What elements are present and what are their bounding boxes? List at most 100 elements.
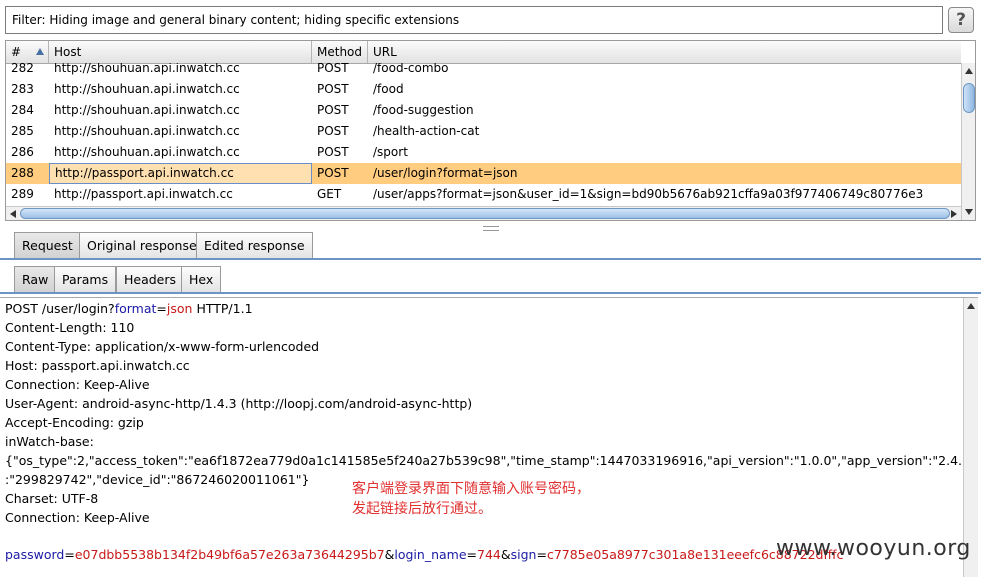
body-param-value: e07dbb5538b134f2b49bf6a57e263a73644295b7	[74, 547, 385, 562]
row-number: 285	[11, 124, 34, 138]
table-row[interactable]: 285 http://shouhuan.api.inwatch.cc POST …	[6, 121, 961, 142]
equals-sign: =	[156, 301, 167, 316]
table-row[interactable]: 289 http://passport.api.inwatch.cc GET /…	[6, 184, 961, 205]
header-line: :"299829742","device_id":"86724602001106…	[5, 472, 310, 487]
scroll-up-icon[interactable]	[967, 303, 975, 309]
row-number: 284	[11, 103, 34, 117]
row-url: /food-suggestion	[373, 103, 474, 117]
watermark: www.wooyun.org	[776, 536, 971, 561]
table-body: 282 http://shouhuan.api.inwatch.cc POST …	[6, 63, 961, 206]
row-url: /food-combo	[373, 63, 449, 75]
header-line: Charset: UTF-8	[5, 491, 99, 506]
row-url: /food	[373, 82, 404, 96]
header-line: Host: passport.api.inwatch.cc	[5, 358, 190, 373]
request-body: password=e07dbb5538b134f2b49bf6a57e263a7…	[5, 545, 843, 564]
row-host: http://shouhuan.api.inwatch.cc	[54, 145, 240, 159]
tab-underline	[0, 292, 981, 294]
body-param-name: password	[5, 547, 65, 562]
row-url: /user/login?format=json	[373, 166, 518, 180]
row-url: /health-action-cat	[373, 124, 480, 138]
query-param-value: json	[166, 301, 193, 316]
query-param-name: format	[114, 301, 157, 316]
row-host: http://shouhuan.api.inwatch.cc	[54, 63, 240, 75]
equals-sign: =	[64, 547, 75, 562]
header-line: Content-Length: 110	[5, 320, 135, 335]
splitter-grip-icon[interactable]	[483, 226, 499, 231]
row-method: POST	[317, 63, 349, 75]
column-header-url[interactable]: URL	[368, 41, 961, 63]
scroll-left-icon[interactable]	[10, 210, 16, 218]
vertical-scroll-thumb[interactable]	[963, 83, 975, 113]
row-method: GET	[317, 187, 342, 201]
row-method: POST	[317, 103, 349, 117]
tab-headers[interactable]: Headers	[116, 266, 185, 292]
request-method-path: POST /user/login?	[5, 301, 115, 316]
tab-original-response[interactable]: Original response	[79, 232, 205, 258]
scroll-down-icon[interactable]	[965, 209, 973, 215]
view-tabs: Raw Params Headers Hex	[0, 266, 981, 294]
row-number: 288	[11, 166, 34, 180]
ampersand: &	[384, 547, 395, 562]
row-url: /sport	[373, 145, 408, 159]
message-tabs: Request Original response Edited respons…	[0, 232, 981, 260]
row-host: http://shouhuan.api.inwatch.cc	[54, 82, 240, 96]
equals-sign: =	[466, 547, 478, 562]
row-url: /user/apps?format=json&user_id=1&sign=bd…	[373, 187, 924, 201]
table-horizontal-scrollbar[interactable]	[6, 206, 961, 220]
ampersand: &	[500, 547, 511, 562]
header-line: User-Agent: android-async-http/1.4.3 (ht…	[5, 396, 473, 411]
help-button[interactable]: ?	[948, 7, 974, 33]
row-method: POST	[317, 166, 349, 180]
header-line: Connection: Keep-Alive	[5, 377, 150, 392]
row-number: 286	[11, 145, 34, 159]
row-method: POST	[317, 124, 349, 138]
column-header-method[interactable]: Method	[312, 41, 368, 63]
table-vertical-scrollbar[interactable]	[961, 63, 975, 220]
sort-ascending-icon	[36, 48, 44, 55]
table-row[interactable]: 283 http://shouhuan.api.inwatch.cc POST …	[6, 79, 961, 100]
tab-raw[interactable]: Raw	[14, 266, 57, 292]
body-param-name: sign	[510, 547, 537, 562]
table-row[interactable]: 282 http://shouhuan.api.inwatch.cc POST …	[6, 63, 961, 79]
pane-splitter[interactable]	[0, 224, 981, 231]
filter-bar[interactable]: Filter: Hiding image and general binary …	[5, 6, 943, 34]
row-number: 283	[11, 82, 34, 96]
proxy-history-table: # Host Method URL 282 http://shouhuan.ap…	[5, 40, 976, 221]
header-line: Accept-Encoding: gzip	[5, 415, 144, 430]
row-host: http://passport.api.inwatch.cc	[49, 163, 312, 184]
annotation-line: 客户端登录界面下随意输入账号密码，	[352, 481, 590, 497]
tab-request[interactable]: Request	[14, 232, 81, 258]
row-method: POST	[317, 145, 349, 159]
http-version: HTTP/1.1	[192, 301, 253, 316]
tab-edited-response[interactable]: Edited response	[196, 232, 313, 258]
header-line: Content-Type: application/x-www-form-url…	[5, 339, 320, 354]
row-number: 289	[11, 187, 34, 201]
body-param-name: login_name	[394, 547, 467, 562]
row-host: http://passport.api.inwatch.cc	[54, 187, 233, 201]
table-header: # Host Method URL	[6, 41, 961, 64]
tab-underline	[0, 258, 981, 260]
column-header-number[interactable]: #	[6, 41, 49, 63]
row-method: POST	[317, 82, 349, 96]
header-line: Connection: Keep-Alive	[5, 510, 150, 525]
tab-params[interactable]: Params	[54, 266, 117, 292]
annotation-note: 客户端登录界面下随意输入账号密码， 发起链接后放行通过。	[352, 479, 590, 519]
request-line: POST /user/login?format=json HTTP/1.1	[5, 299, 253, 318]
column-header-host[interactable]: Host	[49, 41, 312, 63]
scroll-up-icon[interactable]	[965, 68, 973, 74]
tab-hex[interactable]: Hex	[181, 266, 222, 292]
body-param-value: 744	[477, 547, 501, 562]
row-host: http://shouhuan.api.inwatch.cc	[54, 103, 240, 117]
table-row[interactable]: 286 http://shouhuan.api.inwatch.cc POST …	[6, 142, 961, 163]
table-row[interactable]: 284 http://shouhuan.api.inwatch.cc POST …	[6, 100, 961, 121]
row-host: http://shouhuan.api.inwatch.cc	[54, 124, 240, 138]
raw-request-editor[interactable]: POST /user/login?format=json HTTP/1.1 Co…	[0, 297, 978, 577]
horizontal-scroll-thumb[interactable]	[20, 208, 950, 219]
row-number: 282	[11, 63, 34, 75]
header-line: inWatch-base:	[5, 434, 94, 449]
equals-sign: =	[536, 547, 547, 562]
table-row-selected[interactable]: 288 http://passport.api.inwatch.cc POST …	[6, 163, 961, 184]
scroll-right-icon[interactable]	[951, 210, 957, 218]
header-line: {"os_type":2,"access_token":"ea6f1872ea7…	[5, 453, 978, 468]
annotation-line: 发起链接后放行通过。	[352, 501, 492, 517]
